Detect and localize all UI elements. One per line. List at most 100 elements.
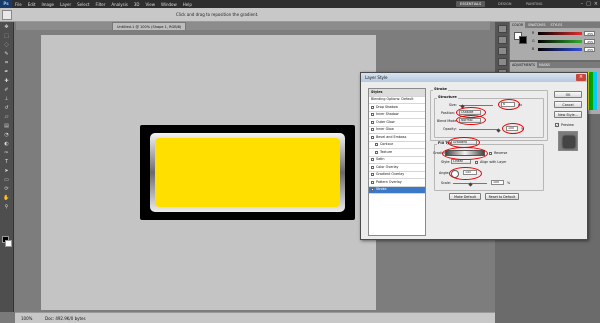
make-default-button[interactable]: Make Default bbox=[449, 193, 481, 200]
opacity-slider-track[interactable] bbox=[459, 129, 499, 130]
hand-tool-icon[interactable]: ✋ bbox=[2, 195, 11, 202]
checkbox[interactable] bbox=[371, 128, 374, 132]
3d-rotate-tool-icon[interactable]: ⟳ bbox=[2, 186, 11, 193]
gradient-style-select[interactable]: Linear bbox=[451, 159, 471, 164]
style-item-stroke[interactable]: Stroke bbox=[369, 186, 425, 194]
tab-swatches[interactable]: SWATCHES bbox=[526, 22, 547, 28]
position-select[interactable]: Outside bbox=[459, 110, 481, 115]
channel-r-slider[interactable] bbox=[538, 32, 582, 35]
checkbox[interactable] bbox=[371, 188, 374, 192]
checkbox[interactable] bbox=[375, 150, 378, 154]
ok-button[interactable]: OK bbox=[554, 91, 582, 98]
align-with-layer-checkbox[interactable] bbox=[475, 161, 478, 164]
brush-tool-icon[interactable]: ✐ bbox=[2, 87, 11, 94]
checkbox[interactable] bbox=[371, 135, 374, 139]
blend-mode-select[interactable]: Normal bbox=[459, 118, 481, 123]
eraser-tool-icon[interactable]: ▱ bbox=[2, 114, 11, 121]
brushes-panel-icon[interactable] bbox=[497, 47, 507, 55]
size-input[interactable]: 6 bbox=[501, 102, 515, 107]
background-color-swatch[interactable] bbox=[5, 240, 12, 247]
move-tool-icon[interactable]: ✥ bbox=[2, 24, 11, 31]
channel-g-slider[interactable] bbox=[538, 40, 582, 43]
size-unit: px bbox=[518, 103, 523, 107]
workspace-painting[interactable]: PAINTING bbox=[522, 1, 546, 7]
healing-tool-icon[interactable]: ✚ bbox=[2, 78, 11, 85]
menu-window[interactable]: Window bbox=[158, 2, 180, 7]
history-brush-tool-icon[interactable]: ↺ bbox=[2, 105, 11, 112]
checkbox[interactable] bbox=[371, 120, 374, 124]
gradient-tool-icon[interactable]: ▤ bbox=[2, 123, 11, 130]
menu-analysis[interactable]: Analysis bbox=[108, 2, 130, 7]
zoom-tool-icon[interactable]: ⚲ bbox=[2, 204, 11, 211]
tab-styles[interactable]: STYLES bbox=[548, 22, 564, 28]
eyedropper-tool-icon[interactable]: ✒ bbox=[2, 69, 11, 76]
tab-adjustments[interactable]: ADJUSTMENTS bbox=[510, 62, 537, 68]
dodge-tool-icon[interactable]: ◐ bbox=[2, 141, 11, 148]
crop-tool-icon[interactable]: ⌗ bbox=[2, 60, 11, 67]
menu-filter[interactable]: Filter bbox=[92, 2, 108, 7]
channel-b-label: B bbox=[532, 47, 535, 51]
reverse-checkbox[interactable] bbox=[489, 152, 492, 155]
cancel-button[interactable]: Cancel bbox=[554, 101, 582, 108]
angle-input[interactable]: 145 bbox=[463, 170, 477, 175]
new-style-button[interactable]: New Style... bbox=[554, 111, 582, 118]
document-tab[interactable]: Untitled-1 @ 100% (Shape 1, RGB/8) bbox=[112, 22, 187, 30]
tab-masks[interactable]: MASKS bbox=[537, 62, 552, 68]
channel-b-slider[interactable] bbox=[538, 48, 582, 51]
dialog-close-button[interactable]: × bbox=[576, 74, 586, 81]
style-item-contour[interactable]: Contour bbox=[369, 142, 425, 149]
style-item-label: Pattern Overlay bbox=[376, 179, 402, 184]
style-item-label: Contour bbox=[380, 142, 394, 147]
checkbox[interactable] bbox=[375, 143, 378, 147]
path-select-tool-icon[interactable]: ➤ bbox=[2, 168, 11, 175]
quick-select-tool-icon[interactable]: ✎ bbox=[2, 51, 11, 58]
channel-r-value[interactable]: 255 bbox=[584, 31, 595, 36]
menu-3d[interactable]: 3D bbox=[131, 2, 143, 7]
preview-checkbox[interactable]: ✓ bbox=[555, 123, 559, 127]
marquee-tool-icon[interactable]: ⬚ bbox=[2, 33, 11, 40]
menu-layer[interactable]: Layer bbox=[57, 2, 74, 7]
checkbox[interactable] bbox=[371, 105, 374, 109]
workspace-design[interactable]: DESIGN bbox=[494, 1, 516, 7]
pen-tool-icon[interactable]: ✑ bbox=[2, 150, 11, 157]
minimize-button[interactable]: – bbox=[581, 1, 584, 7]
checkbox[interactable] bbox=[371, 173, 374, 177]
current-tool-icon[interactable] bbox=[2, 10, 12, 20]
workspace-essentials[interactable]: ESSENTIALS bbox=[456, 1, 486, 7]
blur-tool-icon[interactable]: ◔ bbox=[2, 132, 11, 139]
color-bg-swatch[interactable] bbox=[519, 36, 527, 44]
angle-dial[interactable] bbox=[451, 170, 459, 178]
channel-b-value[interactable]: 255 bbox=[584, 47, 595, 52]
menu-select[interactable]: Select bbox=[74, 2, 92, 7]
style-item-label: Inner Shadow bbox=[376, 112, 399, 117]
opacity-input[interactable]: 100 bbox=[506, 126, 518, 131]
scale-input[interactable]: 100 bbox=[491, 180, 504, 185]
shape-tool-icon[interactable]: ▭ bbox=[2, 177, 11, 184]
checkbox[interactable] bbox=[371, 180, 374, 184]
menu-edit[interactable]: Edit bbox=[25, 2, 39, 7]
checkbox[interactable] bbox=[371, 158, 374, 162]
menu-view[interactable]: View bbox=[143, 2, 159, 7]
close-window-button[interactable]: × bbox=[594, 1, 598, 7]
zoom-level[interactable]: 100% bbox=[21, 316, 32, 321]
actions-panel-icon[interactable] bbox=[497, 36, 507, 44]
character-panel-icon[interactable] bbox=[497, 58, 507, 66]
fill-type-select[interactable]: Gradient bbox=[451, 140, 477, 145]
type-tool-icon[interactable]: T bbox=[2, 159, 11, 166]
gradient-picker[interactable] bbox=[445, 150, 485, 156]
checkbox[interactable] bbox=[371, 165, 374, 169]
stamp-tool-icon[interactable]: ⊥ bbox=[2, 96, 11, 103]
style-label: Style: bbox=[441, 160, 451, 164]
tab-color[interactable]: COLOR bbox=[510, 22, 526, 28]
history-panel-icon[interactable] bbox=[497, 25, 507, 33]
menu-file[interactable]: File bbox=[12, 2, 25, 7]
checkbox[interactable] bbox=[371, 113, 374, 117]
reset-to-default-button[interactable]: Reset to Default bbox=[485, 193, 519, 200]
menu-image[interactable]: Image bbox=[38, 2, 57, 7]
maximize-button[interactable]: □ bbox=[586, 1, 591, 7]
menu-help[interactable]: Help bbox=[180, 2, 195, 7]
channel-g-value[interactable]: 255 bbox=[584, 39, 595, 44]
dialog-titlebar[interactable]: Layer Style × bbox=[361, 73, 587, 82]
style-item-bevel-emboss[interactable]: Bevel and Emboss bbox=[369, 134, 425, 142]
lasso-tool-icon[interactable]: ◌ bbox=[2, 42, 11, 49]
